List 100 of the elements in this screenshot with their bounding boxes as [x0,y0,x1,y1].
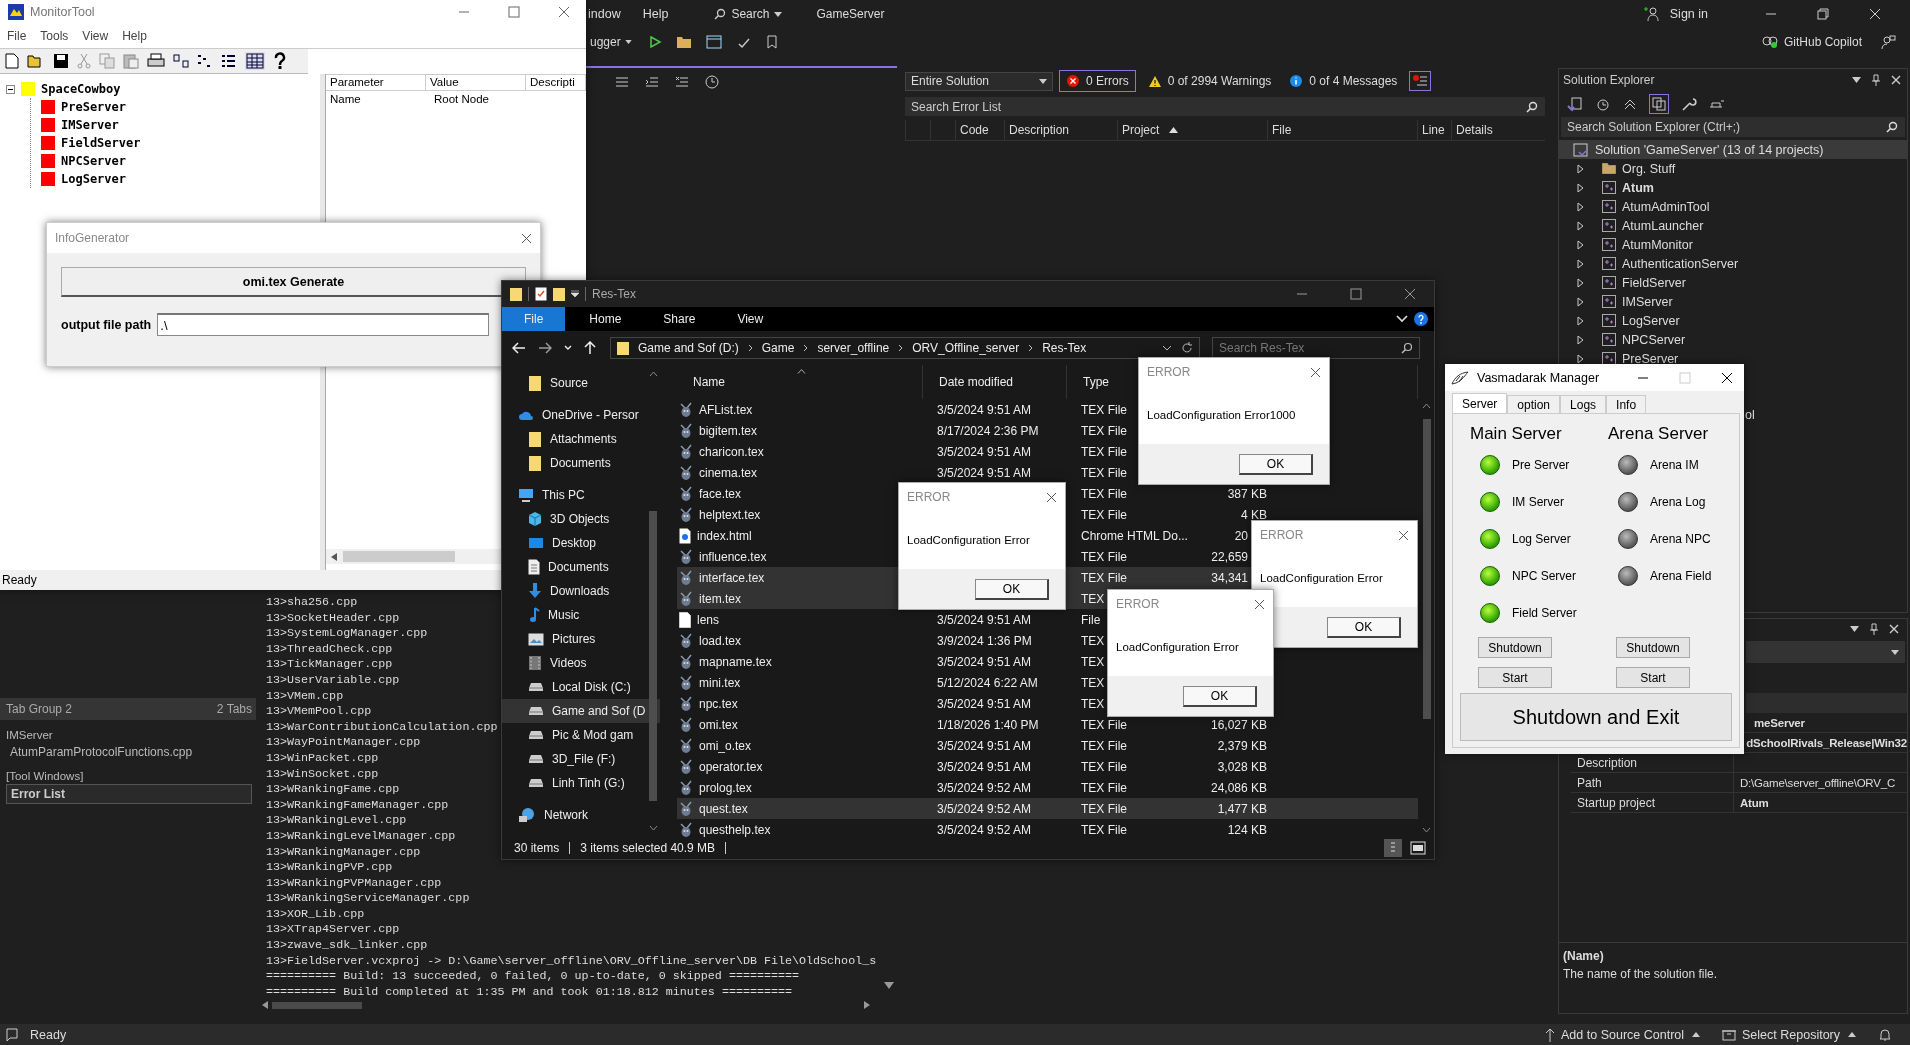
tree-node[interactable]: PreServer [61,100,127,114]
close-icon[interactable] [1046,491,1057,503]
column-header[interactable]: Details [1451,120,1511,140]
dropdown-icon[interactable] [1850,626,1859,632]
nav-item[interactable]: Documents [502,451,660,475]
column-header[interactable]: Name [693,375,725,389]
column-header[interactable]: Description [1004,120,1117,140]
tree-item[interactable]: PreServer [1622,351,1679,366]
column-header[interactable]: Descripti [526,74,586,91]
column-header[interactable]: Value [426,74,526,91]
generate-button[interactable]: omi.tex Generate [61,267,526,297]
ok-button[interactable]: OK [1239,453,1313,475]
folder-icon[interactable] [675,35,692,49]
menu-item[interactable]: Help [636,7,675,21]
tree-item[interactable]: AtumMonitor [1622,237,1693,252]
nav-item[interactable]: OneDrive - Persor [502,403,660,427]
history-icon[interactable] [1595,96,1611,112]
save-icon[interactable] [53,53,69,69]
tree-item[interactable]: NPCServer [1622,332,1686,347]
file-name[interactable]: interface.tex [699,570,765,585]
expand-icon[interactable] [1577,296,1584,307]
column-header[interactable]: Type [1083,375,1109,389]
column-header[interactable]: Parameter [326,74,426,91]
tree-item[interactable]: LogServer [1622,313,1680,328]
file-name[interactable]: omi_o.tex [699,738,752,753]
scroll-right-icon[interactable] [864,1001,870,1009]
column-header[interactable]: Line [1417,120,1451,140]
window-icon[interactable] [705,35,722,49]
new-folder-icon[interactable] [553,287,565,301]
server-button[interactable]: Start [1478,667,1552,688]
scrollbar-thumb[interactable] [343,551,455,562]
tab-entry[interactable]: Error List [6,784,252,804]
expand-icon[interactable] [1577,258,1584,269]
tree-node[interactable]: IMServer [61,118,119,132]
pin-icon[interactable] [1871,74,1881,86]
ok-button[interactable]: OK [1183,685,1257,707]
file-name[interactable]: lens [697,612,719,627]
file-name[interactable]: charicon.tex [699,444,764,459]
menu-item[interactable]: Help [122,29,147,43]
expand-icon[interactable] [1577,201,1584,212]
new-file-icon[interactable] [5,53,19,69]
scroll-left-icon[interactable] [262,1001,268,1009]
scrollbar-thumb[interactable] [1422,419,1431,719]
tiles-view-icon[interactable] [1410,841,1426,855]
scroll-up-icon[interactable] [648,371,658,377]
expand-icon[interactable] [1577,334,1584,345]
file-name[interactable]: cinema.tex [699,465,758,480]
collapse-icon[interactable] [1623,97,1637,111]
play-icon[interactable] [647,35,662,49]
file-name[interactable]: operator.tex [699,759,763,774]
details-view-icon[interactable] [1384,839,1402,857]
tab[interactable]: option [1507,395,1561,413]
tree-node[interactable]: NPCServer [61,154,127,168]
scope-dropdown[interactable]: Entire Solution [905,71,1053,91]
close-icon[interactable] [1404,288,1416,300]
breadcrumb-item[interactable]: Game [761,341,795,355]
file-name[interactable]: bigitem.tex [699,423,758,438]
scrollbar-thumb[interactable] [649,511,657,801]
up-icon[interactable] [584,341,596,355]
repository-button[interactable]: Select Repository [1722,1027,1856,1042]
expand-icon[interactable] [1577,353,1584,364]
nav-item[interactable]: 3D Objects [502,507,660,531]
forward-icon[interactable] [538,342,552,354]
restore-icon[interactable] [1817,8,1829,20]
nav-item[interactable]: Game and Sof (D [502,699,660,723]
ribbon-tab[interactable]: File [502,307,566,331]
file-name[interactable]: npc.tex [699,696,738,711]
file-name[interactable]: item.tex [699,591,741,606]
expand-icon[interactable] [1577,163,1584,174]
debugger-dropdown[interactable]: ugger [588,33,634,51]
menu-item[interactable]: File [7,29,27,43]
tree-item[interactable]: AtumAdminTool [1622,199,1710,214]
file-name[interactable]: quest.tex [699,801,748,816]
tree-item[interactable]: IMServer [1622,294,1673,309]
server-button[interactable]: Start [1616,667,1690,688]
nav-item[interactable]: Attachments [502,427,660,451]
close-icon[interactable] [1398,529,1409,541]
nav-item[interactable]: Downloads [502,579,660,603]
tree-node[interactable]: LogServer [61,172,127,186]
nav-item[interactable]: Network [502,803,660,827]
dropdown-icon[interactable] [571,290,579,298]
scroll-up-icon[interactable] [1422,403,1431,409]
help-icon[interactable] [1414,312,1428,326]
sign-in-link[interactable]: Sign in [1669,7,1708,21]
ribbon-tab[interactable]: View [719,307,782,331]
search-button[interactable]: Search [708,4,789,24]
file-name[interactable]: influence.tex [699,549,767,564]
tree-item[interactable]: Atum [1622,180,1654,195]
file-name[interactable]: mini.tex [699,675,741,690]
close-icon[interactable] [521,232,532,244]
nav-item[interactable]: Linh Tinh (G:) [502,771,660,795]
server-button[interactable]: Shutdown [1616,637,1690,658]
dropdown-icon[interactable] [1852,77,1861,83]
tab[interactable]: Server [1452,393,1508,413]
expand-icon[interactable] [1577,277,1584,288]
bell-icon[interactable] [1878,1027,1892,1042]
file-name[interactable]: helptext.tex [699,507,761,522]
tree-item[interactable]: ol [1745,408,1755,422]
pin-icon[interactable] [1869,623,1879,635]
preview-icon[interactable] [1709,98,1725,110]
